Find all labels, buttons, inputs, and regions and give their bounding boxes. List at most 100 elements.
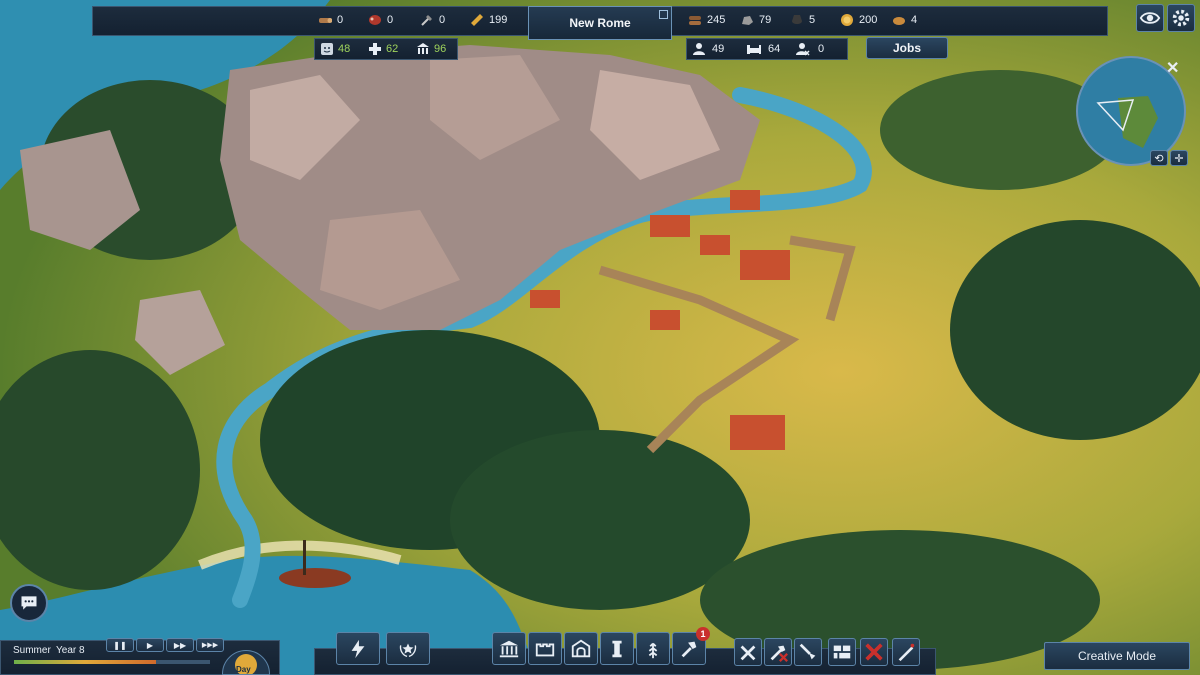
pause-icon: ❚❚ — [113, 640, 127, 650]
rotate-camera-button[interactable]: ⟲ — [1150, 150, 1168, 166]
fastest-icon: ▶▶▶ — [201, 642, 219, 649]
stat-population[interactable]: 49 — [692, 39, 724, 59]
day-label: Day — [236, 665, 251, 674]
cancel-build-button[interactable] — [860, 638, 888, 666]
notification-count: 1 — [700, 629, 706, 639]
fastest-button[interactable]: ▶▶▶ — [196, 638, 224, 652]
resource-value: 5 — [809, 14, 816, 26]
wheat-icon — [648, 642, 658, 658]
city-name: New Rome — [569, 16, 631, 30]
jobs-button[interactable]: Jobs — [866, 37, 948, 59]
resource-pottery[interactable]: 5 — [790, 9, 815, 31]
walls-button[interactable] — [528, 632, 562, 665]
shovel-icon — [799, 643, 816, 660]
resource-logs[interactable]: 245 — [688, 9, 725, 31]
resource-value: 200 — [859, 14, 878, 26]
monuments-button[interactable] — [600, 632, 634, 665]
happiness-icon — [320, 42, 334, 56]
stat-value: 0 — [818, 43, 825, 55]
resource-tools[interactable]: 0 — [420, 9, 445, 31]
minimap-close-icon[interactable]: ✕ — [1166, 58, 1179, 78]
stat-unemployed[interactable]: 0 — [796, 39, 824, 59]
wood-log-icon — [318, 13, 333, 27]
pause-button[interactable]: ❚❚ — [106, 638, 134, 652]
red-x-icon — [865, 643, 883, 661]
stat-happiness[interactable]: 48 — [320, 39, 350, 59]
fast-forward-icon: ▶▶ — [173, 640, 187, 650]
resource-value: 0 — [387, 14, 394, 26]
coin-icon — [840, 13, 854, 27]
unemployed-icon — [796, 42, 810, 56]
bread-icon — [892, 13, 906, 27]
stat-faith[interactable]: 96 — [416, 39, 446, 59]
meat-icon — [368, 13, 382, 27]
resource-value: 245 — [707, 14, 726, 26]
jobs-label: Jobs — [892, 41, 921, 55]
speech-bubble-icon — [21, 596, 37, 610]
plank-icon — [470, 13, 484, 27]
pot-icon — [790, 13, 804, 27]
housing-icon — [746, 42, 762, 56]
resource-value: 0 — [337, 14, 344, 26]
build-tools-button[interactable] — [734, 638, 762, 666]
rename-icon[interactable] — [659, 10, 668, 19]
creative-mode-button[interactable]: Creative Mode — [1044, 642, 1190, 670]
health-icon — [368, 42, 382, 56]
pen-tool-icon — [898, 643, 915, 662]
resource-value: 199 — [489, 14, 508, 26]
laurel-star-icon — [399, 643, 417, 657]
civic-buildings-button[interactable] — [492, 632, 526, 665]
eye-icon — [1139, 12, 1161, 24]
farming-button[interactable] — [636, 632, 670, 665]
center-camera-button[interactable]: ✛ — [1170, 150, 1188, 166]
crossed-hammers-icon — [740, 645, 756, 661]
stat-value: 48 — [338, 43, 351, 55]
stat-health[interactable]: 62 — [368, 39, 398, 59]
temple-icon — [499, 640, 519, 657]
log-pile-icon — [688, 13, 702, 27]
resource-stone[interactable]: 79 — [740, 9, 771, 31]
population-icon — [692, 42, 706, 56]
creative-mode-label: Creative Mode — [1077, 649, 1157, 663]
resource-value: 0 — [439, 14, 446, 26]
visibility-button[interactable] — [1136, 4, 1164, 32]
achievements-button[interactable] — [386, 632, 430, 665]
season-label: Summer — [13, 645, 51, 656]
play-icon: ▶ — [146, 640, 154, 650]
resource-gold[interactable]: 200 — [840, 9, 877, 31]
demolish-button[interactable] — [764, 638, 792, 666]
game-world-view[interactable] — [0, 0, 1200, 675]
stat-value: 96 — [434, 43, 447, 55]
fast-forward-button[interactable]: ▶▶ — [166, 638, 194, 652]
inspect-button[interactable] — [892, 638, 920, 666]
column-icon — [612, 640, 622, 657]
arch-house-icon — [571, 639, 591, 657]
road-button[interactable] — [794, 638, 822, 666]
faith-icon — [416, 42, 430, 56]
power-button[interactable] — [336, 632, 380, 665]
stat-housing[interactable]: 64 — [746, 39, 780, 59]
season-progress-fill — [14, 660, 156, 664]
housing-button[interactable] — [564, 632, 598, 665]
play-button[interactable]: ▶ — [136, 638, 164, 652]
year-label: Year 8 — [56, 645, 85, 656]
resource-wood[interactable]: 0 — [318, 9, 343, 31]
settings-button[interactable] — [1167, 4, 1195, 32]
bricks-button[interactable] — [828, 638, 856, 666]
stat-value: 62 — [386, 43, 399, 55]
stat-value: 64 — [768, 43, 781, 55]
wall-icon — [535, 643, 555, 656]
brick-wall-icon — [833, 645, 851, 659]
rotate-icon: ⟲ — [1154, 152, 1164, 165]
resource-value: 4 — [911, 14, 918, 26]
demolish-icon — [770, 645, 788, 662]
city-name-panel[interactable]: New Rome — [528, 6, 672, 40]
resource-planks[interactable]: 199 — [470, 9, 507, 31]
gear-icon — [1172, 9, 1190, 27]
resource-bread[interactable]: 4 — [892, 9, 917, 31]
resource-meat[interactable]: 0 — [368, 9, 393, 31]
chat-button[interactable] — [10, 584, 48, 622]
lightning-icon — [351, 639, 365, 658]
tool-icon — [420, 13, 434, 27]
notification-badge: 1 — [696, 627, 710, 641]
